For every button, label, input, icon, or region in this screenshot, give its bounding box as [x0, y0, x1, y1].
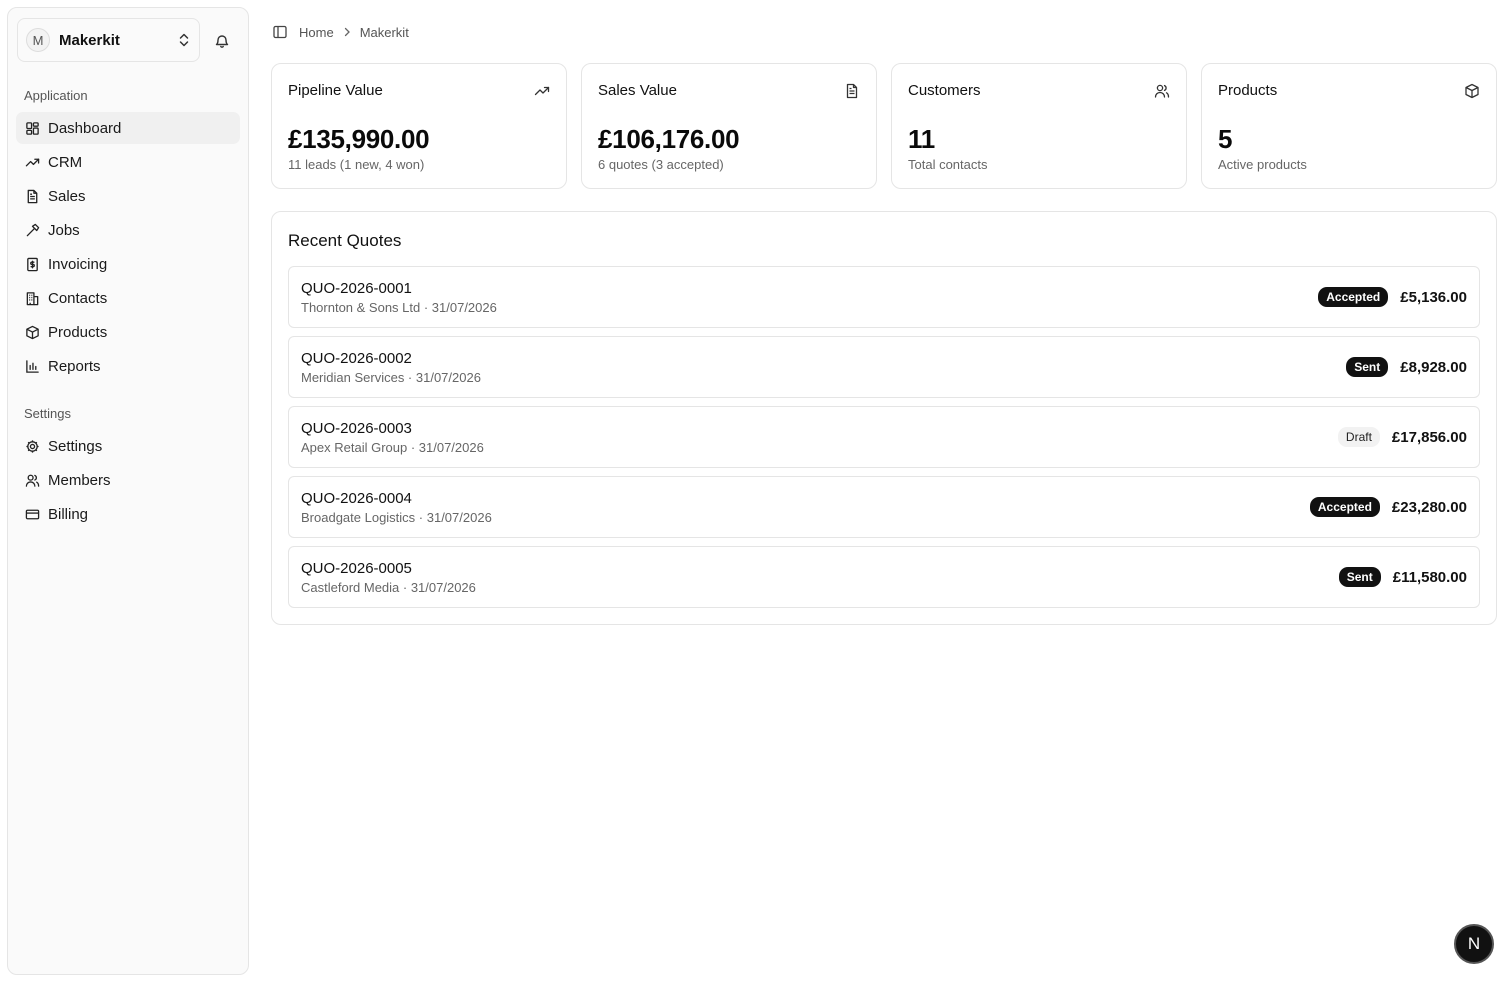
stat-value: 11	[908, 124, 935, 154]
sidebar-item-label: Invoicing	[48, 255, 108, 273]
quote-id: QUO-2026-0001	[301, 280, 412, 297]
sidebar-item-label: Products	[48, 323, 108, 341]
status-badge: Sent	[1338, 567, 1381, 587]
stat-subtitle: Total contacts	[908, 157, 988, 172]
trending-up-icon	[24, 154, 40, 170]
building-icon	[24, 290, 40, 306]
quote-meta: Broadgate Logistics · 31/07/2026	[301, 510, 492, 525]
sidebar-item-sales[interactable]: Sales	[16, 180, 240, 212]
chevrons-up-down-icon	[179, 33, 189, 47]
account-name: Makerkit	[59, 31, 120, 49]
quote-id: QUO-2026-0005	[301, 560, 412, 577]
quote-row[interactable]: QUO-2026-0005 Castleford Media · 31/07/2…	[288, 546, 1480, 608]
document-icon	[24, 188, 40, 204]
sidebar-item-invoicing[interactable]: Invoicing	[16, 248, 240, 280]
breadcrumb: Home Makerkit	[272, 22, 409, 42]
quote-amount: £23,280.00	[1391, 498, 1467, 516]
stat-title: Products	[1218, 82, 1278, 99]
stat-value: 5	[1218, 124, 1233, 154]
sidebar-item-settings[interactable]: Settings	[16, 430, 240, 462]
sidebar-item-billing[interactable]: Billing	[16, 498, 240, 530]
quote-amount: £17,856.00	[1391, 428, 1467, 446]
quote-row[interactable]: QUO-2026-0001 Thornton & Sons Ltd · 31/0…	[288, 266, 1480, 328]
sidebar-item-label: Jobs	[48, 221, 80, 239]
sidebar-item-label: Members	[48, 471, 111, 489]
stat-subtitle: 6 quotes (3 accepted)	[598, 157, 724, 172]
quote-amount: £5,136.00	[1400, 288, 1467, 306]
sidebar-item-label: Contacts	[48, 289, 108, 307]
recent-quotes-card: Recent Quotes QUO-2026-0001 Thornton & S…	[271, 211, 1497, 625]
chevron-right-icon	[342, 27, 352, 37]
stat-card-sales-value: Sales Value £106,176.00 6 quotes (3 acce…	[581, 63, 877, 189]
status-badge: Accepted	[1318, 287, 1389, 307]
quote-amount: £11,580.00	[1392, 568, 1467, 586]
status-badge: Sent	[1346, 357, 1389, 377]
status-badge: Draft	[1337, 427, 1380, 447]
sidebar-item-dashboard[interactable]: Dashboard	[16, 112, 240, 144]
sidebar-item-label: Dashboard	[48, 119, 122, 137]
sidebar-item-reports[interactable]: Reports	[16, 350, 240, 382]
stat-title: Pipeline Value	[288, 82, 383, 99]
stat-title: Customers	[908, 82, 981, 99]
sidebar-section-settings: Settings	[24, 406, 71, 421]
notifications-button[interactable]	[211, 30, 233, 52]
receipt-icon	[24, 256, 40, 272]
quote-meta: Apex Retail Group · 31/07/2026	[301, 440, 484, 455]
package-icon	[1465, 83, 1479, 99]
quote-row[interactable]: QUO-2026-0002 Meridian Services · 31/07/…	[288, 336, 1480, 398]
users-icon	[1154, 84, 1170, 98]
quote-meta: Meridian Services · 31/07/2026	[301, 370, 481, 385]
nextjs-devtools-button[interactable]: N	[1454, 924, 1494, 964]
breadcrumb-home[interactable]: Home	[299, 25, 334, 40]
sidebar-item-label: Billing	[48, 505, 89, 523]
sidebar-item-label: Reports	[48, 357, 101, 375]
account-avatar: M	[26, 28, 50, 52]
sidebar-item-label: Settings	[48, 437, 103, 455]
sidebar-item-contacts[interactable]: Contacts	[16, 282, 240, 314]
package-icon	[24, 324, 40, 340]
quote-row[interactable]: QUO-2026-0003 Apex Retail Group · 31/07/…	[288, 406, 1480, 468]
dashboard-icon	[24, 120, 40, 136]
sidebar-item-label: Sales	[48, 187, 86, 205]
stat-value: £106,176.00	[598, 124, 740, 154]
stat-subtitle: Active products	[1218, 157, 1307, 172]
quote-id: QUO-2026-0004	[301, 490, 412, 507]
sidebar-item-products[interactable]: Products	[16, 316, 240, 348]
sidebar-item-label: CRM	[48, 153, 83, 171]
stat-card-customers: Customers 11 Total contacts	[891, 63, 1187, 189]
sidebar-toggle-button[interactable]	[272, 24, 288, 40]
recent-quotes-title: Recent Quotes	[288, 231, 402, 250]
trending-up-icon	[534, 86, 550, 96]
stat-value: £135,990.00	[288, 124, 430, 154]
quote-meta: Castleford Media · 31/07/2026	[301, 580, 476, 595]
sidebar-item-crm[interactable]: CRM	[16, 146, 240, 178]
quote-id: QUO-2026-0002	[301, 350, 412, 367]
quote-id: QUO-2026-0003	[301, 420, 412, 437]
stat-title: Sales Value	[598, 82, 677, 99]
sidebar: M Makerkit Application Dashboard CRM Sal…	[7, 7, 249, 975]
panel-left-icon	[273, 25, 287, 39]
sidebar-section-application: Application	[24, 88, 88, 103]
quote-row[interactable]: QUO-2026-0004 Broadgate Logistics · 31/0…	[288, 476, 1480, 538]
stat-subtitle: 11 leads (1 new, 4 won)	[288, 157, 425, 172]
stat-card-products: Products 5 Active products	[1201, 63, 1497, 189]
gear-icon	[24, 438, 40, 454]
hammer-icon	[24, 222, 40, 238]
quote-amount: £8,928.00	[1400, 358, 1467, 376]
status-badge: Accepted	[1309, 497, 1380, 517]
quote-meta: Thornton & Sons Ltd · 31/07/2026	[301, 300, 497, 315]
bell-icon	[215, 35, 229, 48]
stat-card-pipeline-value: Pipeline Value £135,990.00 11 leads (1 n…	[271, 63, 567, 189]
bar-chart-icon	[24, 358, 40, 374]
credit-card-icon	[24, 506, 40, 522]
account-switcher[interactable]: M Makerkit	[17, 18, 200, 62]
document-icon	[846, 83, 858, 99]
nextjs-logo-icon: N	[1467, 934, 1481, 953]
sidebar-item-members[interactable]: Members	[16, 464, 240, 496]
breadcrumb-current: Makerkit	[359, 24, 409, 40]
sidebar-item-jobs[interactable]: Jobs	[16, 214, 240, 246]
users-icon	[24, 472, 40, 488]
